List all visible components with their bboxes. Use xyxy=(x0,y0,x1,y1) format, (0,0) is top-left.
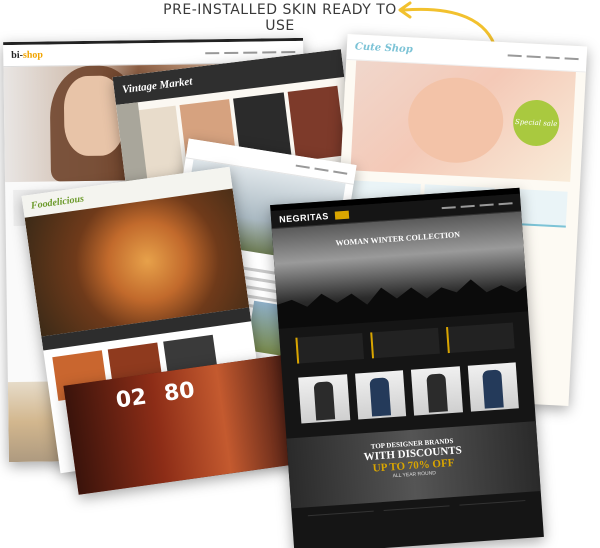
negritas-hero-title: WOMAN WINTER COLLECTION xyxy=(335,229,461,248)
headline: PRE-INSTALLED SKIN READY TO USE xyxy=(163,2,397,34)
countdown-hours: 80 xyxy=(162,377,197,407)
countdown-days: 02 xyxy=(114,384,149,414)
negritas-nav-active xyxy=(334,210,350,220)
negritas-nav-menu xyxy=(441,201,513,209)
baby-image xyxy=(406,75,506,166)
cute-hero-image: Special sale xyxy=(350,60,576,182)
bishop-nav-menu xyxy=(205,50,296,54)
sale-badge: Special sale xyxy=(512,98,561,148)
promo-stage: PRE-INSTALLED SKIN READY TO USE bi-shop … xyxy=(0,0,600,548)
cute-logo: Cute Shop xyxy=(354,41,413,56)
negritas-hero-image: WOMAN WINTER COLLECTION xyxy=(271,211,529,329)
modern-nav-menu xyxy=(295,164,348,175)
cute-nav-menu xyxy=(507,53,579,60)
food-logo: Foodelicious xyxy=(30,192,85,212)
skin-card-negritas: NEGRITAS WOMAN WINTER COLLECTION TOP DES… xyxy=(270,187,544,548)
bishop-logo: bi-shop xyxy=(11,49,44,62)
negritas-logo: NEGRITAS xyxy=(278,210,330,225)
vintage-logo: Vintage Market xyxy=(121,75,194,97)
